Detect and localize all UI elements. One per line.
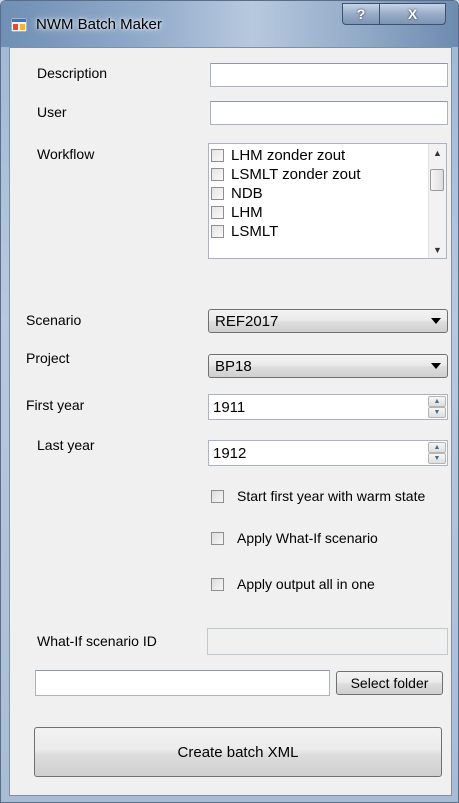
first-year-label: First year [26, 397, 85, 413]
workflow-item-label: NDB [231, 185, 263, 202]
checkbox[interactable] [211, 489, 224, 503]
project-label: Project [26, 350, 70, 366]
scrollbar-thumb[interactable] [430, 169, 444, 191]
user-label: User [37, 104, 67, 120]
title-bar[interactable]: NWM Batch Maker ? X [1, 1, 458, 47]
warm-state-label: Start first year with warm state [237, 488, 426, 504]
first-year-spinner[interactable]: 1911 ▲ ▼ [208, 394, 448, 420]
list-item[interactable]: LSMLT zonder zout [211, 165, 361, 184]
output-all-checkbox[interactable]: Apply output all in one [211, 576, 375, 592]
project-selected-value: BP18 [215, 357, 252, 375]
checkbox[interactable] [211, 225, 224, 238]
what-if-id-label: What-If scenario ID [37, 633, 157, 649]
workflow-checked-list[interactable]: LHM zonder zout LSMLT zonder zout NDB LH… [208, 143, 447, 259]
help-button[interactable]: ? [342, 3, 380, 25]
list-item[interactable]: LSMLT [211, 222, 278, 241]
window-title: NWM Batch Maker [36, 16, 162, 33]
checkbox[interactable] [211, 187, 224, 200]
project-combobox[interactable]: BP18 [208, 354, 448, 378]
workflow-item-label: LHM [231, 204, 263, 221]
workflow-item-label: LSMLT [231, 223, 279, 240]
checkbox[interactable] [211, 149, 224, 162]
user-input[interactable] [210, 101, 448, 125]
scenario-combobox[interactable]: REF2017 [208, 309, 448, 333]
close-button[interactable]: X [379, 3, 446, 25]
chevron-down-icon [431, 363, 441, 369]
workflow-item-label: LHM zonder zout [231, 147, 346, 164]
what-if-checkbox[interactable]: Apply What-If scenario [211, 530, 378, 546]
description-label: Description [37, 65, 108, 81]
list-item[interactable]: LHM zonder zout [211, 146, 345, 165]
what-if-label: Apply What-If scenario [237, 530, 378, 546]
arrow-up-icon[interactable]: ▲ [428, 442, 446, 453]
list-item[interactable]: NDB [211, 184, 263, 203]
last-year-label: Last year [37, 437, 95, 453]
what-if-id-input[interactable] [207, 628, 448, 655]
checkbox[interactable] [211, 168, 224, 181]
output-all-label: Apply output all in one [237, 576, 375, 592]
help-icon: ? [356, 6, 366, 22]
arrow-up-icon[interactable]: ▲ [428, 396, 446, 407]
checkbox[interactable] [211, 531, 224, 545]
window-frame: NWM Batch Maker ? X Description User Wor… [0, 0, 459, 803]
scenario-selected-value: REF2017 [215, 312, 279, 330]
first-year-value: 1911 [213, 399, 246, 416]
last-year-spinner[interactable]: 1912 ▲ ▼ [208, 440, 448, 466]
create-batch-xml-button[interactable]: Create batch XML [34, 727, 442, 777]
scroll-up-icon[interactable]: ▲ [429, 144, 446, 161]
arrow-down-icon[interactable]: ▼ [428, 407, 446, 418]
list-item[interactable]: LHM [211, 203, 263, 222]
last-year-value: 1912 [213, 445, 247, 462]
arrow-down-icon[interactable]: ▼ [428, 453, 446, 464]
checkbox[interactable] [211, 577, 224, 591]
close-icon: X [407, 6, 418, 22]
folder-path-input[interactable] [35, 670, 330, 696]
description-input[interactable] [210, 63, 448, 87]
scroll-down-icon[interactable]: ▼ [429, 241, 446, 258]
checkbox[interactable] [211, 206, 224, 219]
client-area: Description User Workflow LHM zonder zou… [9, 47, 452, 796]
scenario-label: Scenario [26, 312, 82, 328]
app-window-icon [11, 18, 27, 32]
chevron-down-icon [431, 318, 441, 324]
select-folder-button[interactable]: Select folder [336, 671, 443, 695]
workflow-item-label: LSMLT zonder zout [231, 166, 361, 183]
workflow-scrollbar[interactable]: ▲ ▼ [428, 144, 446, 258]
warm-state-checkbox[interactable]: Start first year with warm state [211, 488, 425, 504]
workflow-label: Workflow [37, 146, 95, 162]
